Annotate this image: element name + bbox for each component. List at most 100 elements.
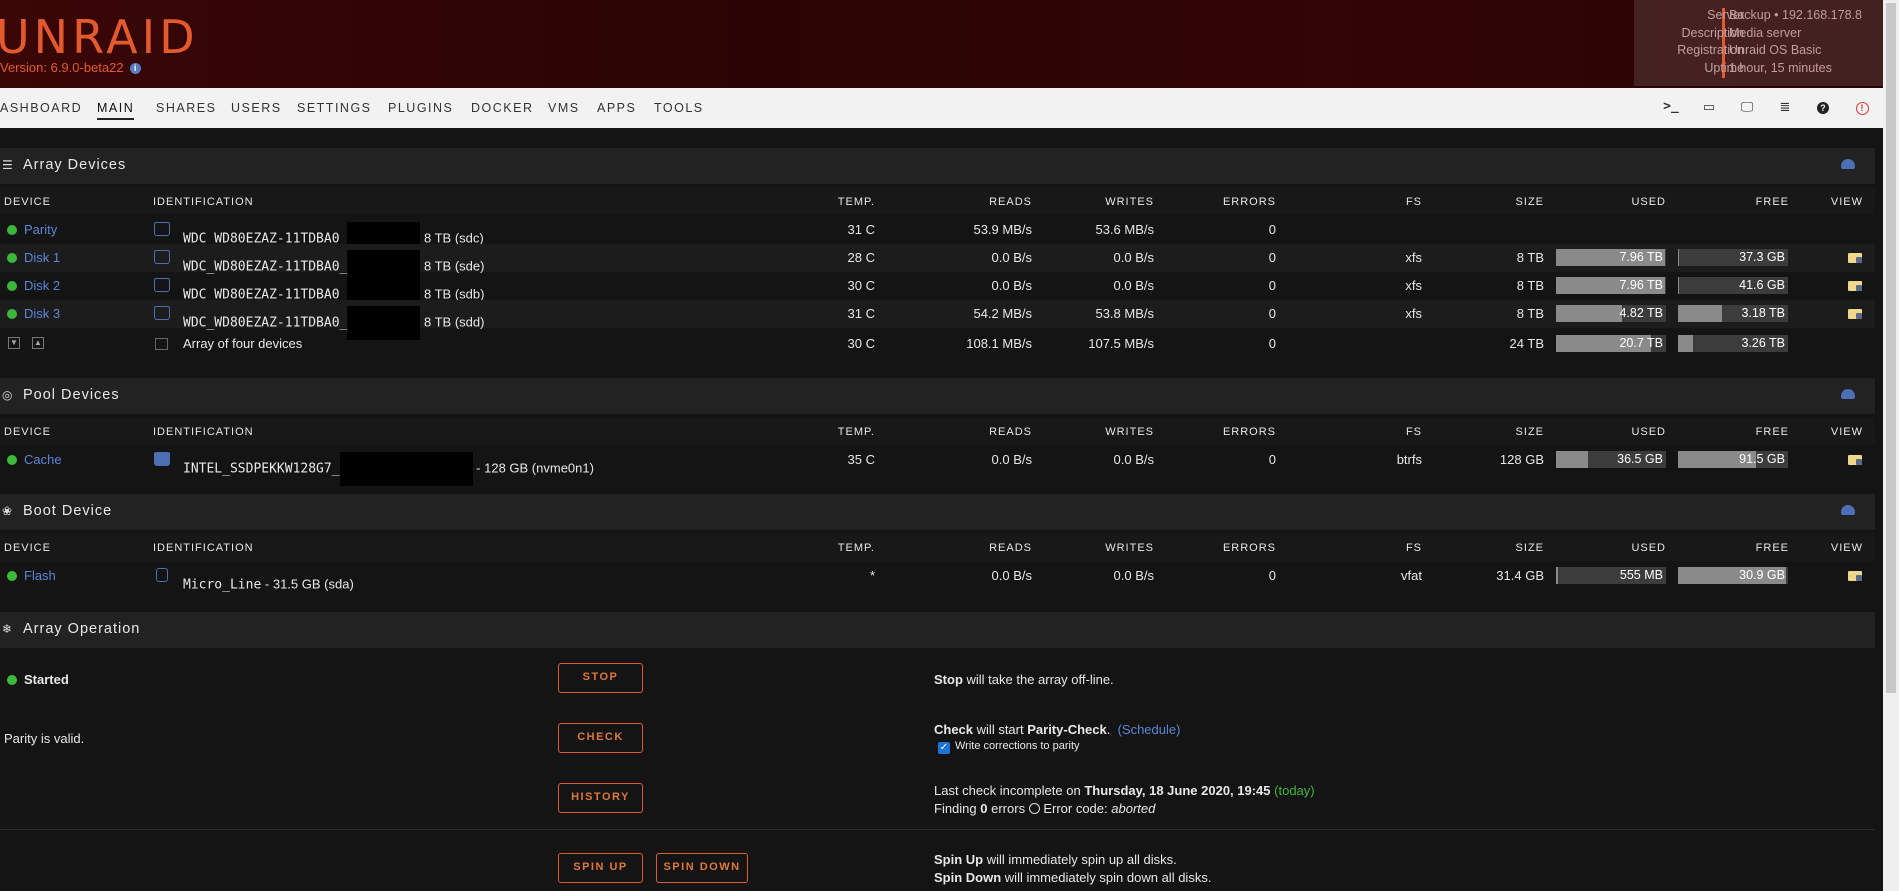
col-device: DEVICE (4, 426, 51, 438)
finding-errors-info: Finding 0 errors Error code: aborted (934, 801, 1156, 816)
used-value: 7.96 TB (1619, 250, 1663, 264)
col-fs: FS (1405, 196, 1422, 208)
nav-users[interactable]: USERS (231, 101, 282, 115)
device-link[interactable]: Disk 1 (24, 250, 60, 265)
nav-plugins[interactable]: PLUGINS (388, 101, 453, 115)
expand-icon[interactable]: ▲ (32, 337, 44, 349)
write-corrections-option[interactable]: ✓ Write corrections to parity (938, 740, 1080, 754)
version-label[interactable]: Version: 6.9.0-beta22 i (0, 60, 141, 75)
folder-view-icon[interactable] (1848, 253, 1862, 263)
folder-view-icon[interactable] (1848, 455, 1862, 465)
redacted-serial (339, 452, 473, 486)
nav-apps[interactable]: APPS (597, 101, 636, 115)
speedometer-icon[interactable] (1841, 389, 1855, 399)
used-bar: 7.96 TB (1556, 277, 1666, 294)
reads-value: 0.0 B/s (991, 250, 1032, 265)
free-bar: 30.9 GB (1678, 567, 1788, 584)
free-value: 37.3 GB (1739, 250, 1785, 264)
terminal-icon[interactable]: >_ (1662, 99, 1680, 115)
stop-description: Stop will take the array off-line. (934, 672, 1114, 687)
device-link[interactable]: Disk 3 (24, 306, 60, 321)
unraid-logo[interactable]: UNRAID (0, 10, 199, 64)
table-header: DEVICE IDENTIFICATION TEMP. READS WRITES… (0, 533, 1875, 561)
used-value: 4.82 TB (1619, 306, 1663, 320)
collapse-icon[interactable]: ▼ (8, 337, 20, 349)
errors-value: 0 (1268, 568, 1276, 583)
free-value: 3.26 TB (1741, 336, 1785, 350)
spin-up-description: Spin Up will immediately spin up all dis… (934, 852, 1177, 867)
help-icon[interactable]: ? (1814, 99, 1832, 115)
speedometer-icon[interactable] (1841, 505, 1855, 515)
log-icon[interactable]: ≣ (1776, 99, 1794, 115)
col-temp: TEMP. (837, 542, 875, 554)
write-corrections-label: Write corrections to parity (955, 740, 1080, 752)
check-button[interactable]: CHECK (558, 723, 643, 753)
fs-value: btrfs (1396, 452, 1422, 467)
device-link[interactable]: Flash (24, 568, 56, 583)
device-identification[interactable]: INTEL_SSDPEKKW128G7_ - 128 GB (nvme0n1) (183, 452, 594, 486)
check-description: Check will start Parity-Check. (Schedule… (934, 722, 1181, 737)
table-row: Disk 3 WDC_WD80EZAZ-11TDBA0_ 8 TB (sdd) 31… (0, 300, 1875, 340)
nav-settings[interactable]: SETTINGS (297, 101, 372, 115)
spin-down-button[interactable]: SPIN DOWN (656, 853, 748, 883)
nav-shares[interactable]: SHARES (156, 101, 216, 115)
scrollbar-thumb[interactable] (1886, 3, 1896, 693)
registration-value[interactable]: Unraid OS Basic (1729, 43, 1821, 57)
errors-value: 0 (1268, 336, 1276, 351)
main-nav: ASHBOARD MAIN SHARES USERS SETTINGS PLUG… (0, 88, 1883, 128)
size-value: 8 TB (1516, 278, 1544, 293)
spin-up-button[interactable]: SPIN UP (558, 853, 643, 883)
temp-value: 31 C (847, 222, 875, 237)
header-banner: UNRAID Version: 6.9.0-beta22 i Server Back… (0, 0, 1899, 88)
feedback-icon[interactable]: ▭ (1700, 99, 1718, 115)
table-row: Disk 2 WDC_WD80EZAZ-11TDBA0_ 8 TB (sdb) 30… (0, 272, 1875, 312)
col-view: VIEW (1830, 196, 1863, 208)
stop-button[interactable]: STOP (558, 663, 643, 693)
free-bar-fill (1678, 305, 1722, 322)
table-row: Parity WDC_WD80EZAZ-11TDBA0_ 8 TB (sdc) 31… (0, 216, 1875, 256)
col-free: FREE (1755, 542, 1789, 554)
disc-icon: ◎ (2, 388, 14, 402)
nav-dashboard[interactable]: ASHBOARD (0, 101, 82, 115)
info-icon[interactable]: i (129, 63, 141, 74)
speedometer-icon[interactable] (1841, 159, 1855, 169)
nav-vms[interactable]: VMS (548, 101, 580, 115)
used-value: 555 MB (1619, 568, 1663, 582)
nav-main[interactable]: MAIN (97, 101, 135, 120)
temp-value: 31 C (847, 306, 875, 321)
folder-view-icon[interactable] (1848, 309, 1862, 319)
disk-icon (154, 306, 170, 320)
write-corrections-checkbox[interactable]: ✓ (938, 742, 950, 754)
array-summary-row: ▼ ▲ Array of four devices 30 C 108.1 MB/s 107… (0, 330, 1875, 358)
col-writes: WRITES (1105, 196, 1154, 208)
device-link[interactable]: Cache (24, 452, 62, 467)
col-size: SIZE (1515, 542, 1544, 554)
disk-icon (154, 452, 170, 466)
nav-tools[interactable]: TOOLS (654, 101, 704, 115)
table-row: Disk 1 WDC_WD80EZAZ-11TDBA0_ 8 TB (sde) 28… (0, 244, 1875, 284)
col-used: USED (1631, 426, 1666, 438)
col-view: VIEW (1830, 542, 1863, 554)
folder-view-icon[interactable] (1848, 571, 1862, 581)
errors-value: 0 (1268, 452, 1276, 467)
array-operation-header: ❄ Array Operation (0, 612, 1875, 648)
device-identification[interactable]: Micro_Line - 31.5 GB (sda) (183, 568, 354, 602)
col-identification: IDENTIFICATION (153, 196, 254, 208)
table-header: DEVICE IDENTIFICATION TEMP. READS WRITES… (0, 187, 1875, 215)
device-link[interactable]: Disk 2 (24, 278, 60, 293)
nav-docker[interactable]: DOCKER (471, 101, 533, 115)
folder-view-icon[interactable] (1848, 281, 1862, 291)
monitor-icon[interactable]: 🖵 (1738, 99, 1756, 115)
divider (0, 829, 1875, 830)
temp-value: * (869, 568, 875, 583)
col-size: SIZE (1515, 426, 1544, 438)
schedule-link[interactable]: (Schedule) (1118, 722, 1181, 737)
col-fs: FS (1405, 426, 1422, 438)
col-reads: READS (989, 542, 1032, 554)
history-button[interactable]: HISTORY (558, 783, 643, 813)
power-icon[interactable]: ! (1853, 99, 1871, 115)
used-bar: 555 MB (1556, 567, 1666, 584)
snowflake-icon: ❄ (2, 622, 14, 636)
disk-icon (154, 278, 170, 292)
device-link[interactable]: Parity (24, 222, 57, 237)
